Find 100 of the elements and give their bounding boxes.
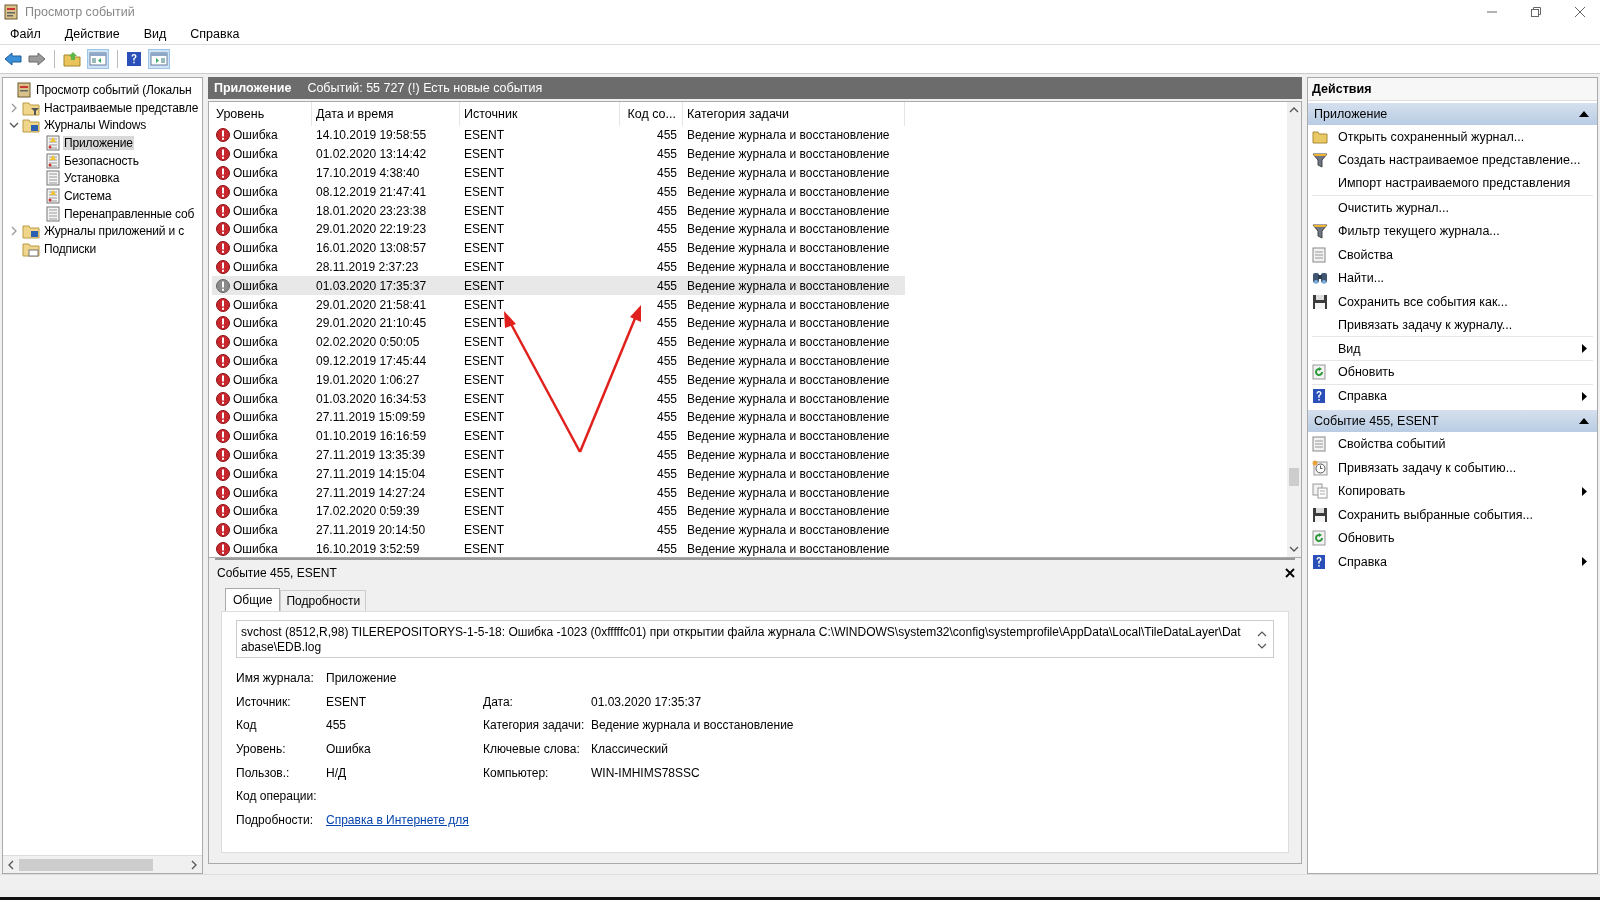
scroll-up-icon[interactable] xyxy=(1289,106,1299,114)
event-title: Событие 455, ESENT xyxy=(217,566,337,580)
restore-icon[interactable] xyxy=(1530,6,1542,18)
table-cell-text: 27.11.2019 14:15:04 xyxy=(315,466,427,481)
event-row[interactable]: Ошибка 08.12.2019 21:47:41 ESENT 455 Ведение журнала и восстановление xyxy=(212,182,905,202)
submenu-arrow-icon[interactable] xyxy=(1582,391,1587,401)
close-icon[interactable] xyxy=(1285,568,1295,578)
table-cell-text: 455 xyxy=(655,241,678,256)
event-row[interactable]: Ошибка 02.02.2020 0:50:05 ESENT 455 Ведение журнала и восстановление xyxy=(212,332,905,352)
action-item[interactable]: Вид xyxy=(1338,341,1361,356)
event-row[interactable]: Ошибка 17.10.2019 4:38:40 ESENT 455 Ведение журнала и восстановление xyxy=(212,163,905,183)
column-header[interactable]: Категория задачи xyxy=(683,102,905,126)
forward-arrow-icon[interactable] xyxy=(28,51,46,67)
tree-item[interactable]: Подписки xyxy=(43,242,97,257)
event-row[interactable]: Ошибка 28.11.2019 2:37:23 ESENT 455 Ведение журнала и восстановление xyxy=(212,257,905,277)
tree-item[interactable]: Приложение xyxy=(63,135,134,150)
action-item[interactable]: Справка xyxy=(1338,554,1388,569)
action-item[interactable]: Сохранить выбранные события... xyxy=(1338,507,1533,522)
scroll-thumb[interactable] xyxy=(1289,468,1299,486)
collapse-icon[interactable] xyxy=(1579,418,1589,425)
scroll-right-icon[interactable] xyxy=(190,859,198,870)
tree-item[interactable]: Журналы Windows xyxy=(43,118,148,133)
action-item[interactable]: Привязать задачу к журналу... xyxy=(1338,318,1513,333)
action-item[interactable]: Обновить xyxy=(1338,531,1395,546)
event-row[interactable]: Ошибка 27.11.2019 13:35:39 ESENT 455 Ведение журнала и восстановление xyxy=(212,445,905,465)
action-item[interactable]: Создать настраиваемое представление... xyxy=(1338,153,1581,168)
tree-item[interactable]: Настраиваемые представле xyxy=(43,100,200,115)
tree-item[interactable]: Безопасность xyxy=(63,153,140,168)
action-item[interactable]: Фильтр текущего журнала... xyxy=(1338,224,1500,239)
description-box[interactable]: svchost (8512,R,98) TILEREPOSITORYS-1-5-18: Ошибка -1023 (0xfffffc01) при открытии файла журнала C:\WINDOWS\system32\config\systemprofile\AppData\Local\TileDataLayer\Database\EDB.log xyxy=(236,620,1274,658)
tree-item[interactable]: Система xyxy=(63,188,113,203)
event-row[interactable]: Ошибка 27.11.2019 14:27:24 ESENT 455 Ведение журнала и восстановление xyxy=(212,483,905,502)
event-row[interactable]: Ошибка 01.03.2020 17:35:37 ESENT 455 Ведение журнала и восстановление xyxy=(212,276,905,296)
event-row[interactable]: Ошибка 19.01.2020 1:06:27 ESENT 455 Ведение журнала и восстановление xyxy=(212,370,905,390)
menu-item[interactable]: Действие xyxy=(50,26,130,42)
scroll-left-icon[interactable] xyxy=(7,859,15,870)
event-row[interactable]: Ошибка 29.01.2020 21:10:45 ESENT 455 Ведение журнала и восстановление xyxy=(212,313,905,333)
scroll-down-icon[interactable] xyxy=(1289,545,1299,553)
tab[interactable]: Общие xyxy=(225,588,281,611)
action-item[interactable]: Привязать задачу к событию... xyxy=(1338,460,1517,475)
folder-up-icon[interactable] xyxy=(63,51,81,67)
event-row[interactable]: Ошибка 16.10.2019 3:52:59 ESENT 455 Ведение журнала и восстановление xyxy=(212,539,905,557)
action-item[interactable]: Открыть сохраненный журнал... xyxy=(1338,129,1525,144)
action-item[interactable]: Импорт настраиваемого представления xyxy=(1338,176,1571,191)
column-header[interactable]: Источник xyxy=(460,102,620,126)
table-cell-text: 16.10.2019 3:52:59 xyxy=(315,541,421,556)
column-header[interactable]: Дата и время xyxy=(312,102,460,126)
submenu-arrow-icon[interactable] xyxy=(1582,344,1587,354)
tree-item[interactable]: Установка xyxy=(63,171,121,186)
action-item[interactable]: Копировать xyxy=(1338,484,1406,499)
action-item[interactable]: Свойства событий xyxy=(1338,436,1446,451)
event-row[interactable]: Ошибка 17.02.2020 0:59:39 ESENT 455 Ведение журнала и восстановление xyxy=(212,501,905,521)
submenu-arrow-icon[interactable] xyxy=(1582,557,1587,567)
event-row[interactable]: Ошибка 29.01.2020 21:58:41 ESENT 455 Ведение журнала и восстановление xyxy=(212,295,905,314)
back-arrow-icon[interactable] xyxy=(4,51,22,67)
expand-chevron-icon[interactable] xyxy=(9,226,19,237)
event-row[interactable]: Ошибка 27.11.2019 14:15:04 ESENT 455 Ведение журнала и восстановление xyxy=(212,464,905,484)
action-item[interactable]: Справка xyxy=(1338,389,1388,404)
event-row[interactable]: Ошибка 01.03.2020 16:34:53 ESENT 455 Ведение журнала и восстановление xyxy=(212,389,905,408)
event-row[interactable]: Ошибка 09.12.2019 17:45:44 ESENT 455 Ведение журнала и восстановление xyxy=(212,351,905,371)
action-item[interactable]: Найти... xyxy=(1338,271,1385,286)
event-row[interactable]: Ошибка 27.11.2019 20:14:50 ESENT 455 Ведение журнала и восстановление xyxy=(212,520,905,540)
menu-item[interactable]: Вид xyxy=(129,26,177,42)
tree-item[interactable]: Журналы приложений и с xyxy=(43,224,186,239)
submenu-arrow-icon[interactable] xyxy=(1582,486,1587,496)
section-header[interactable]: Событие 455, ESENT xyxy=(1308,410,1597,433)
horizontal-scrollbar[interactable] xyxy=(3,855,202,873)
tree-item[interactable]: Просмотр событий (Локальн xyxy=(35,82,193,97)
event-row[interactable]: Ошибка 14.10.2019 19:58:55 ESENT 455 Ведение журнала и восстановление xyxy=(212,126,905,145)
expand-chevron-icon[interactable] xyxy=(9,102,19,113)
event-row[interactable]: Ошибка 29.01.2020 22:19:23 ESENT 455 Ведение журнала и восстановление xyxy=(212,220,905,239)
section-header[interactable]: Приложение xyxy=(1308,103,1597,125)
scroll-thumb[interactable] xyxy=(19,858,153,871)
column-header[interactable]: Код со... xyxy=(620,102,683,126)
action-item[interactable]: Обновить xyxy=(1338,365,1395,380)
action-item[interactable]: Свойства xyxy=(1338,247,1393,262)
tree-item[interactable]: Перенаправленные соб xyxy=(63,206,196,221)
log-icon xyxy=(46,134,60,151)
scroll-arrows-icon[interactable] xyxy=(1257,629,1267,651)
table-cell-text: Ведение журнала и восстановление xyxy=(686,147,891,162)
table-cell-text: Ведение журнала и восстановление xyxy=(686,241,891,256)
table-cell-text: ESENT xyxy=(463,335,505,350)
collapse-icon[interactable] xyxy=(1579,111,1589,117)
action-item[interactable]: Сохранить все события как... xyxy=(1338,294,1508,309)
event-row[interactable]: Ошибка 16.01.2020 13:08:57 ESENT 455 Ведение журнала и восстановление xyxy=(212,238,905,258)
table-cell: Ошибка xyxy=(233,391,278,406)
help-link[interactable]: Справка в Интернете для xyxy=(326,812,469,827)
column-header[interactable]: Уровень xyxy=(212,102,312,126)
tab[interactable]: Подробности xyxy=(280,590,367,611)
event-row[interactable]: Ошибка 27.11.2019 15:09:59 ESENT 455 Ведение журнала и восстановление xyxy=(212,407,905,427)
menu-item[interactable]: Файл xyxy=(10,26,51,42)
event-row[interactable]: Ошибка 01.02.2020 13:14:42 ESENT 455 Ведение журнала и восстановление xyxy=(212,144,905,164)
action-item[interactable]: Очистить журнал... xyxy=(1338,200,1450,215)
event-row[interactable]: Ошибка 01.10.2019 16:16:59 ESENT 455 Ведение журнала и восстановление xyxy=(212,426,905,446)
menu-item[interactable]: Справка xyxy=(176,26,250,42)
help-icon[interactable] xyxy=(126,51,142,67)
vertical-scrollbar[interactable] xyxy=(1287,102,1301,557)
event-row[interactable]: Ошибка 18.01.2020 23:23:38 ESENT 455 Ведение журнала и восстановление xyxy=(212,201,905,220)
log-icon xyxy=(46,187,60,204)
table-cell-text: 08.12.2019 21:47:41 xyxy=(315,184,428,199)
